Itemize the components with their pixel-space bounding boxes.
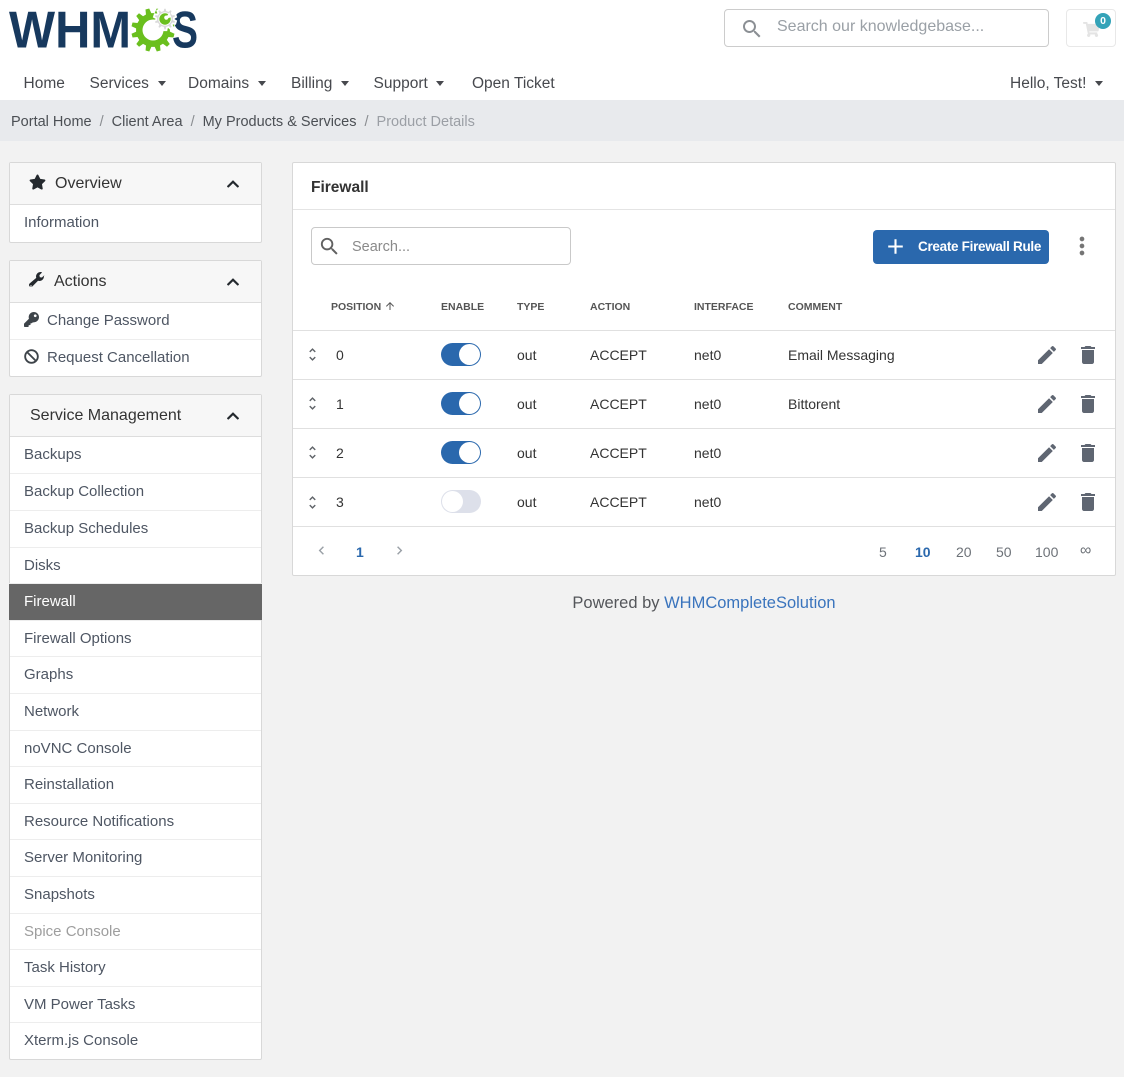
svg-text:WHM: WHM: [9, 6, 131, 56]
